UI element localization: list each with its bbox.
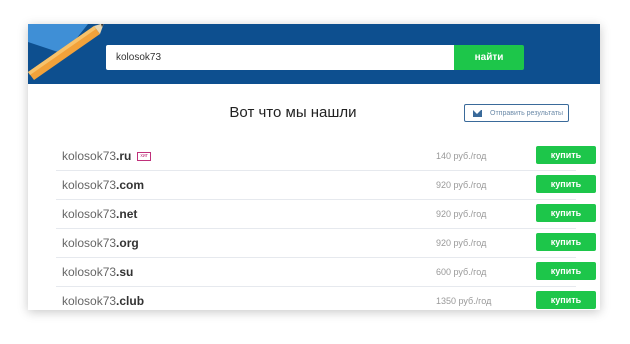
domain-price: 920 руб./год xyxy=(436,209,487,219)
results-list: kolosok73 .ru хит 140 руб./год купить kol… xyxy=(56,142,596,310)
domain-name: kolosok73 .ru хит xyxy=(62,149,151,163)
domain-price: 920 руб./год xyxy=(436,180,487,190)
domain-base: kolosok73 xyxy=(62,294,117,308)
mail-icon xyxy=(473,109,482,117)
buy-button[interactable]: купить xyxy=(536,175,596,193)
domain-name: kolosok73 .net xyxy=(62,207,137,221)
result-row: kolosok73 .net 920 руб./год купить xyxy=(56,200,596,229)
domain-base: kolosok73 xyxy=(62,265,117,279)
domain-zone: .ru xyxy=(116,149,132,163)
domain-price: 1350 руб./год xyxy=(436,296,492,306)
buy-button[interactable]: купить xyxy=(536,262,596,280)
domain-zone: .org xyxy=(116,236,139,250)
domain-base: kolosok73 xyxy=(62,236,117,250)
result-row: kolosok73 .org 920 руб./год купить xyxy=(56,229,596,258)
domain-name: kolosok73 .su xyxy=(62,265,133,279)
domain-zone: .net xyxy=(116,207,138,221)
domain-zone: .com xyxy=(116,178,145,192)
domain-zone: .club xyxy=(116,294,145,308)
domain-name: kolosok73 .com xyxy=(62,178,144,192)
result-row: kolosok73 .com 920 руб./год купить xyxy=(56,171,596,200)
hit-badge: хит xyxy=(137,151,151,161)
domain-name: kolosok73 .club xyxy=(62,294,144,308)
buy-button[interactable]: купить xyxy=(536,291,596,309)
search-header: найти xyxy=(28,24,600,84)
domain-price: 600 руб./год xyxy=(436,267,487,277)
results-title: Вот что мы нашли xyxy=(229,104,357,121)
domain-price: 140 руб./год xyxy=(436,151,487,161)
search-input[interactable] xyxy=(106,45,454,70)
domain-base: kolosok73 xyxy=(62,207,117,221)
send-results-button[interactable]: Отправить результаты xyxy=(464,104,569,122)
buy-button[interactable]: купить xyxy=(536,204,596,222)
domain-base: kolosok73 xyxy=(62,178,117,192)
main-card: найти Вот что мы нашли Отправить результ… xyxy=(28,24,600,310)
domain-name: kolosok73 .org xyxy=(62,236,139,250)
send-results-label: Отправить результаты xyxy=(490,109,564,117)
search-button[interactable]: найти xyxy=(454,45,524,70)
domain-price: 920 руб./год xyxy=(436,238,487,248)
buy-button[interactable]: купить xyxy=(536,233,596,251)
domain-base: kolosok73 xyxy=(62,149,117,163)
result-row: kolosok73 .club 1350 руб./год купить xyxy=(56,287,596,310)
domain-zone: .su xyxy=(116,265,134,279)
result-row: kolosok73 .ru хит 140 руб./год купить xyxy=(56,142,596,171)
pencil-icon xyxy=(28,24,104,80)
result-row: kolosok73 .su 600 руб./год купить xyxy=(56,258,596,287)
buy-button[interactable]: купить xyxy=(536,146,596,164)
